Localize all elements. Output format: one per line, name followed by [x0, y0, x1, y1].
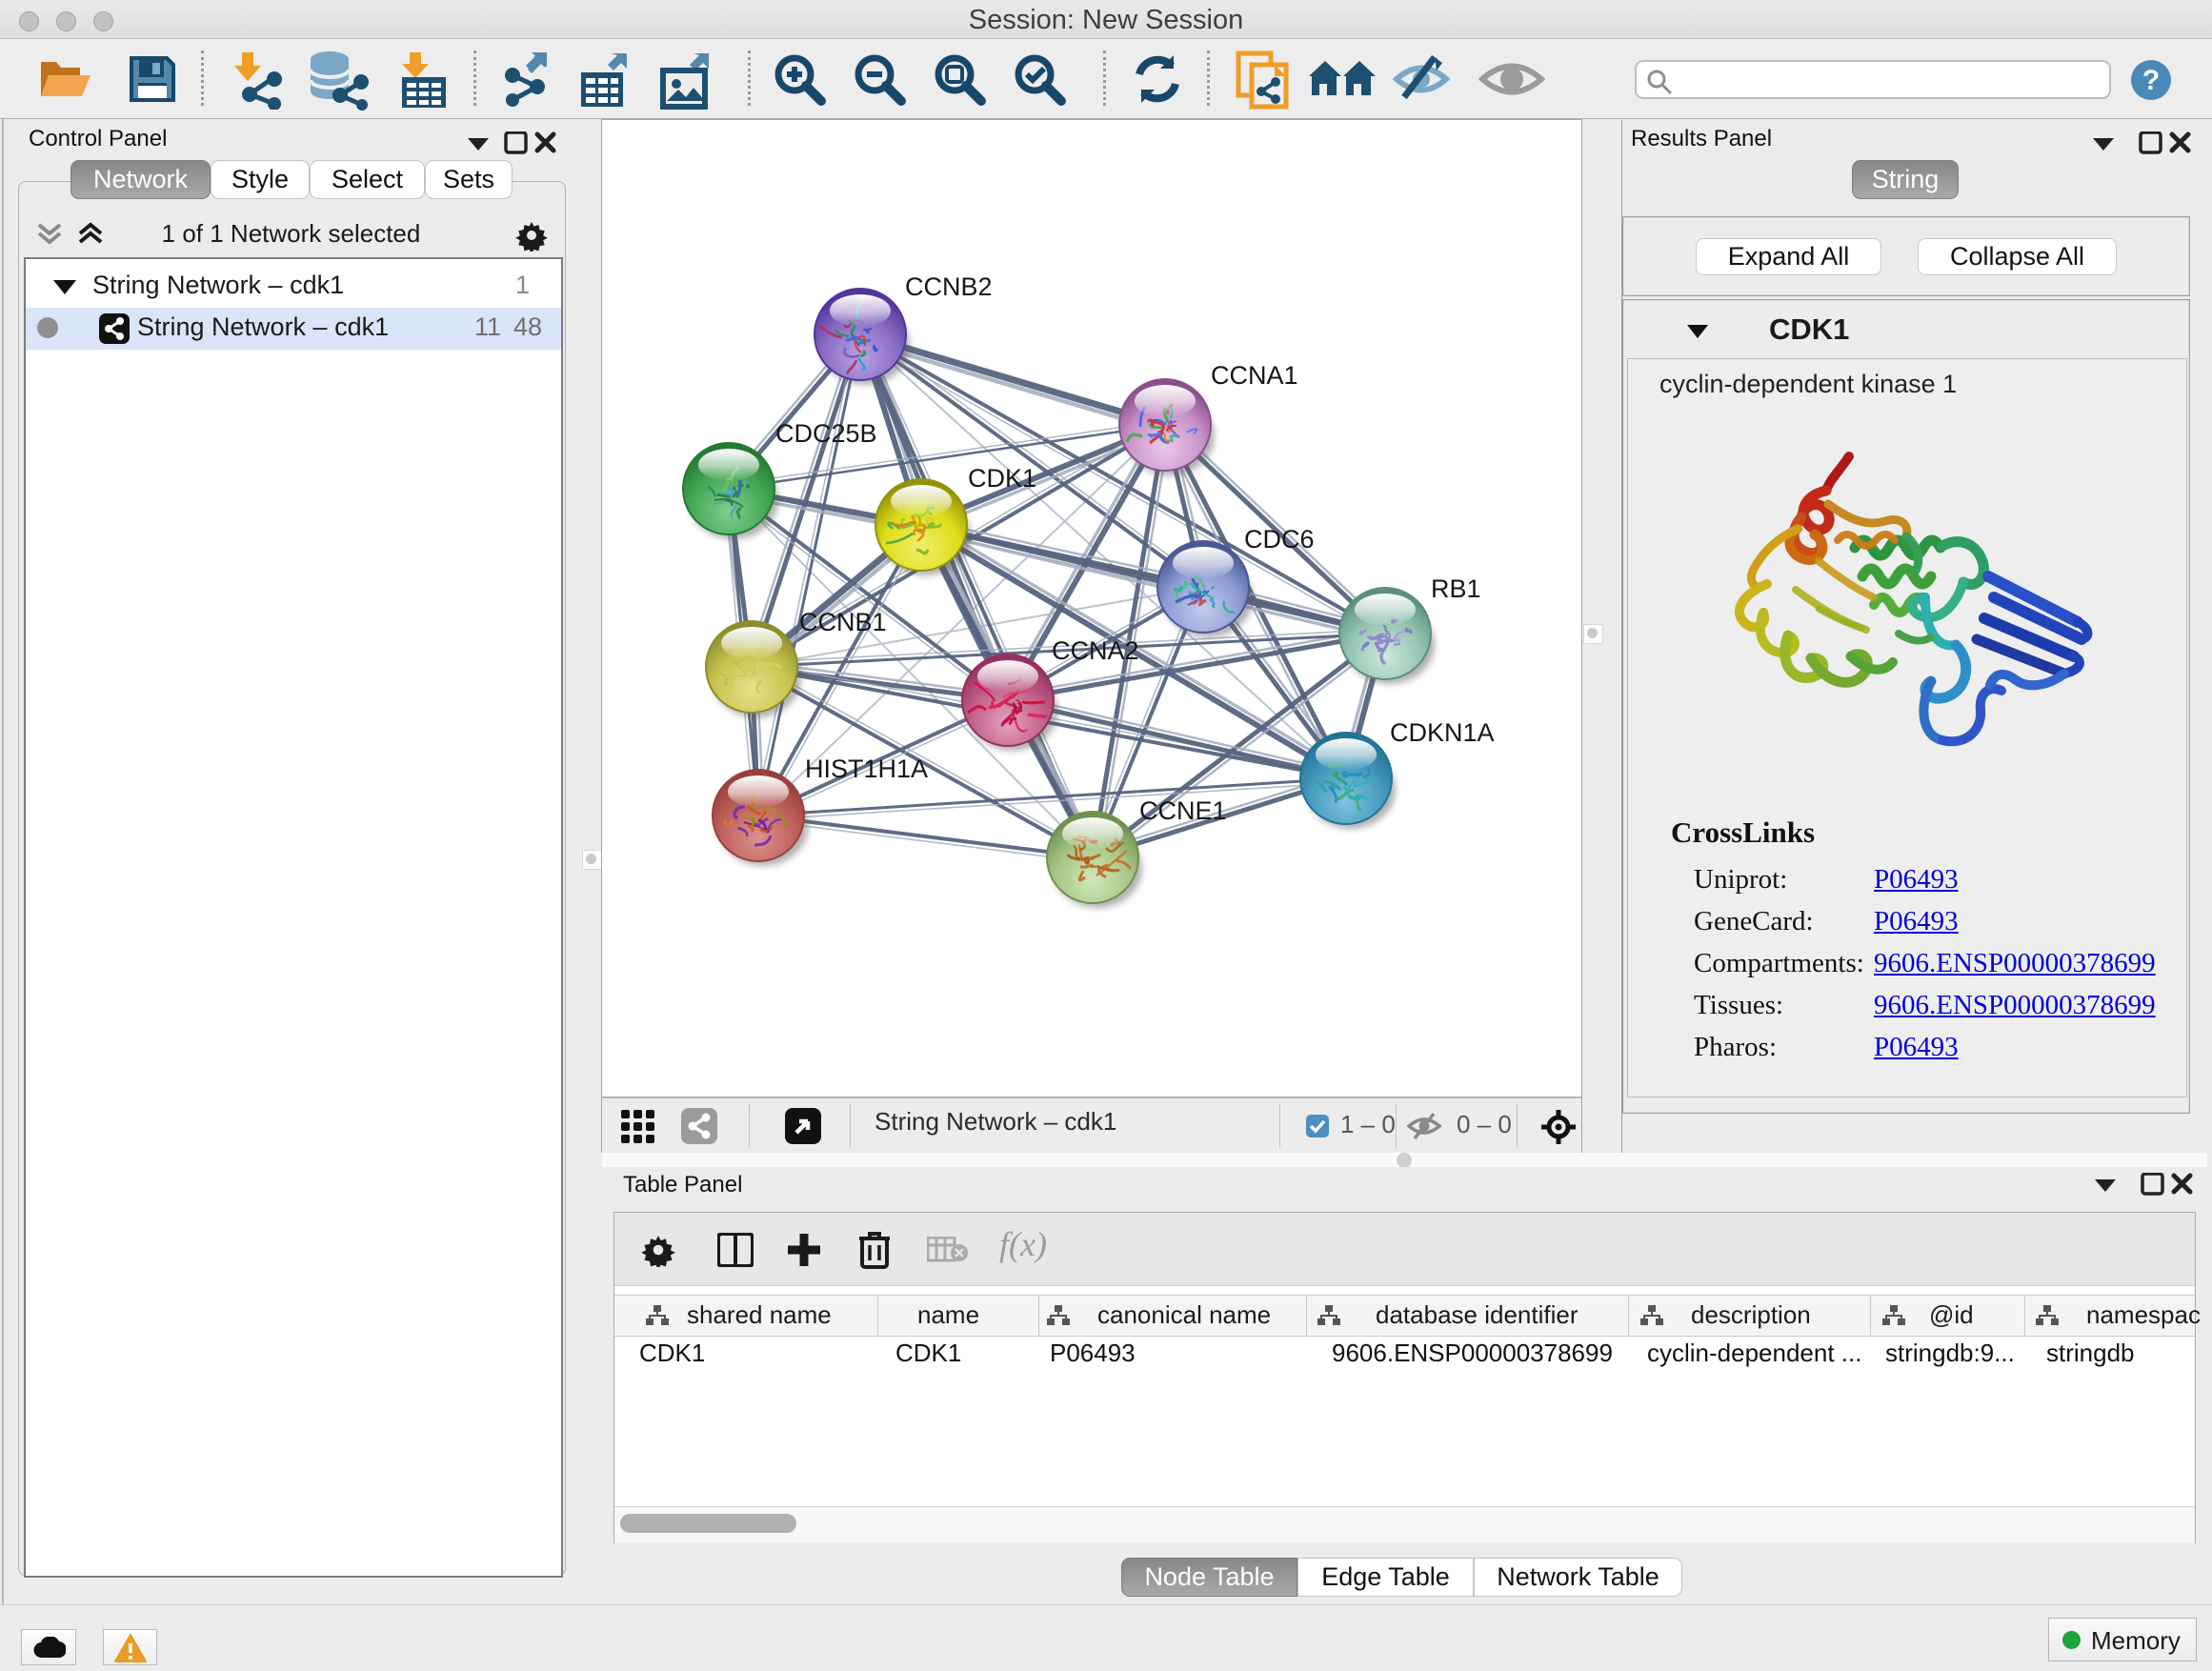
- svg-text:CDK1: CDK1: [968, 464, 1036, 493]
- svg-text:CDC6: CDC6: [1244, 525, 1315, 554]
- svg-text:CDC25B: CDC25B: [775, 419, 877, 448]
- svg-text:?: ?: [2142, 65, 2160, 96]
- svg-text:RB1: RB1: [1431, 574, 1481, 603]
- svg-text:CDKN1A: CDKN1A: [1390, 718, 1495, 747]
- svg-text:CCNA2: CCNA2: [1052, 636, 1139, 665]
- svg-text:CCNE1: CCNE1: [1139, 796, 1227, 825]
- svg-text:HIST1H1A: HIST1H1A: [805, 755, 928, 783]
- svg-text:CCNB1: CCNB1: [799, 608, 887, 636]
- svg-text:CCNA1: CCNA1: [1211, 361, 1298, 390]
- svg-text:CCNB2: CCNB2: [905, 272, 993, 301]
